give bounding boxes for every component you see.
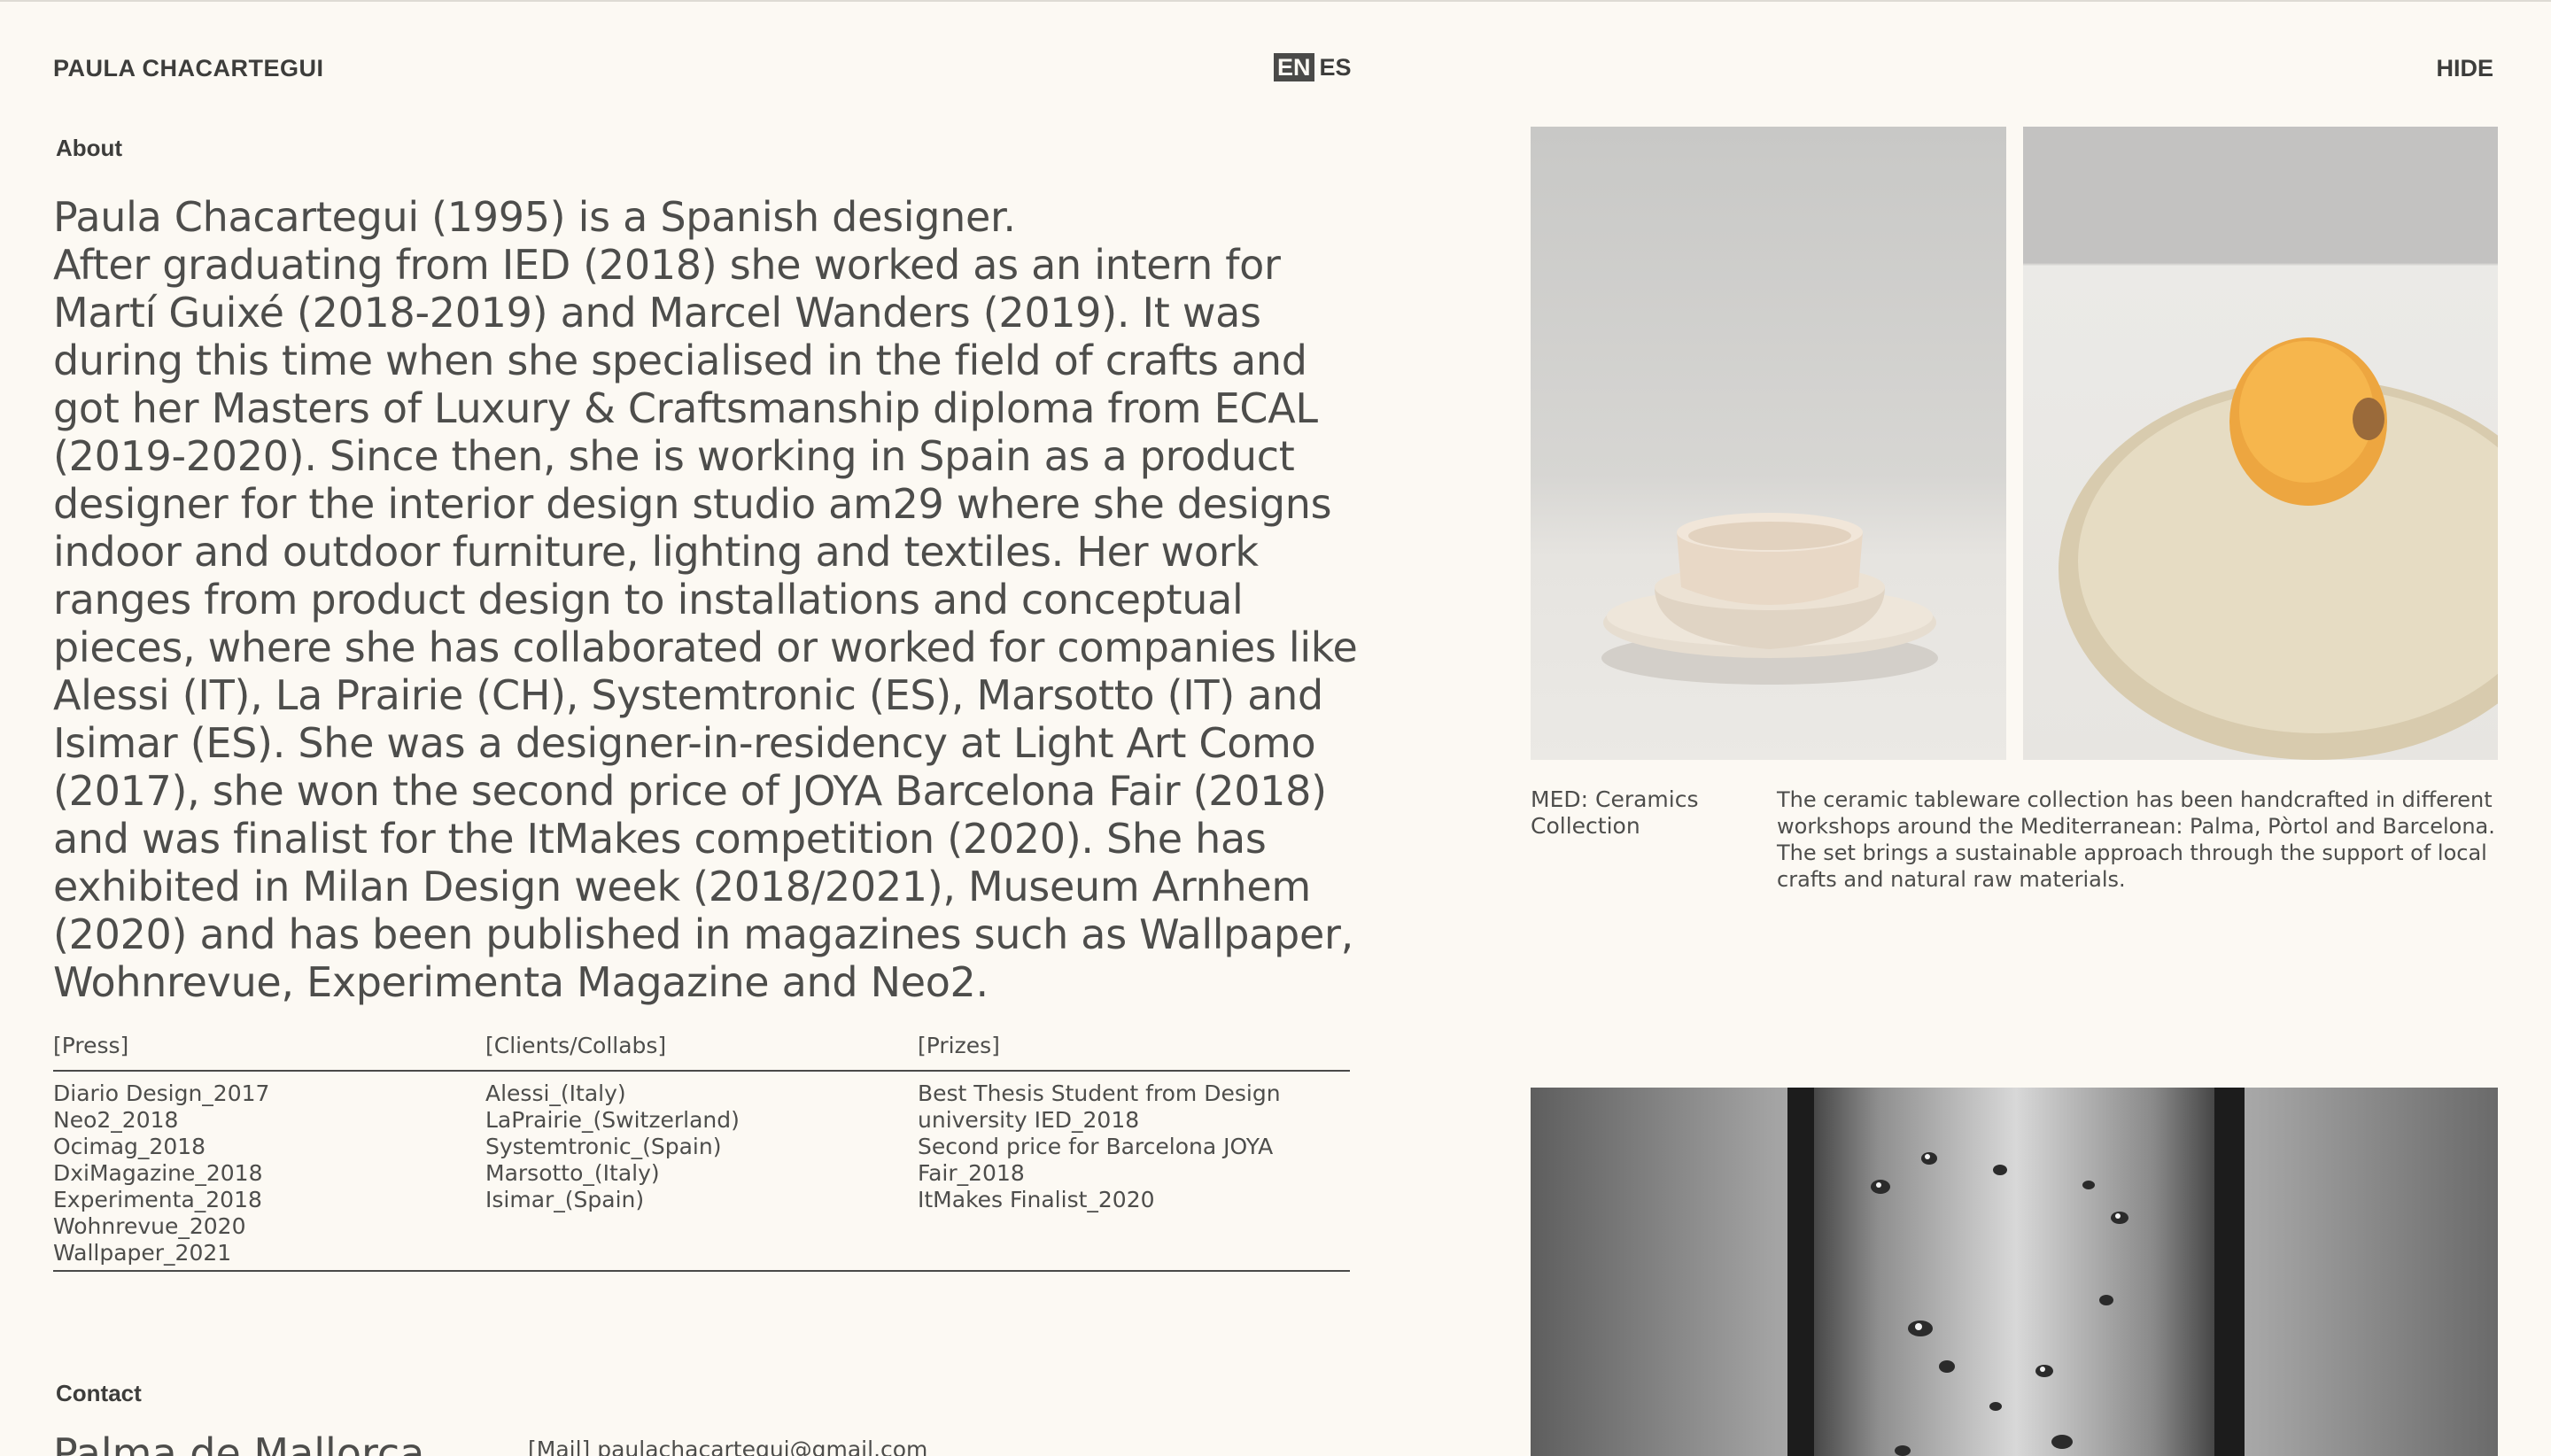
ceramic-bowls-image[interactable]	[1531, 127, 2006, 760]
about-paragraph: Paula Chacartegui (1995) is a Spanish de…	[53, 193, 1358, 1006]
top-divider	[0, 0, 2551, 2]
clients-list: Alessi_(Italy) LaPrairie_(Switzerland) S…	[485, 1080, 918, 1270]
info-lists: [Press] [Clients/Collabs] [Prizes] Diari…	[53, 1033, 1350, 1272]
lang-en-button[interactable]: EN	[1274, 53, 1314, 81]
project-title: MED: Ceramics Collection	[1531, 786, 1699, 839]
list-item: ItMakes Finalist_2020	[918, 1187, 1155, 1212]
glass-illustration	[1531, 1088, 2498, 1456]
bowls-illustration	[1601, 513, 1938, 685]
site-title-link[interactable]: PAULA CHACARTEGUI	[53, 55, 324, 82]
glass-object-image[interactable]	[1531, 1088, 2498, 1456]
prizes-header: [Prizes]	[918, 1033, 1000, 1058]
list-item: Systemtronic_(Spain)	[485, 1134, 722, 1159]
contact-mail-link[interactable]: [Mail] paulachacartegui@gmail.com	[528, 1437, 927, 1456]
press-list: Diario Design_2017 Neo2_2018 Ocimag_2018…	[53, 1080, 485, 1270]
language-switcher: EN ES	[1274, 53, 1352, 81]
list-item: Marsotto_(Italy)	[485, 1160, 660, 1186]
list-item: Second price for Barcelona JOYA Fair_201…	[918, 1134, 1274, 1186]
lang-es-button[interactable]: ES	[1320, 53, 1352, 81]
ceramic-plate-image[interactable]	[2023, 127, 2498, 760]
list-item: Isimar_(Spain)	[485, 1187, 645, 1212]
press-header: [Press]	[53, 1033, 129, 1058]
clients-header: [Clients/Collabs]	[485, 1033, 667, 1058]
list-item: DxiMagazine_2018	[53, 1160, 263, 1186]
contact-city: Palma de Mallorca	[53, 1429, 425, 1456]
list-item: Alessi_(Italy)	[485, 1080, 626, 1106]
lists-header-row: [Press] [Clients/Collabs] [Prizes]	[53, 1033, 1350, 1072]
contact-label: Contact	[56, 1380, 142, 1406]
prizes-list: Best Thesis Student from Design universi…	[918, 1080, 1350, 1270]
list-item: Neo2_2018	[53, 1107, 179, 1133]
plate-illustration	[2059, 337, 2498, 760]
lists-body-row: Diario Design_2017 Neo2_2018 Ocimag_2018…	[53, 1072, 1350, 1272]
list-item: Experimenta_2018	[53, 1187, 262, 1212]
list-item: Ocimag_2018	[53, 1134, 206, 1159]
list-item: Best Thesis Student from Design universi…	[918, 1080, 1281, 1133]
hide-button[interactable]: HIDE	[2436, 55, 2493, 82]
list-item: Wohnrevue_2020	[53, 1213, 246, 1239]
project-description: The ceramic tableware collection has bee…	[1777, 787, 2495, 892]
list-item: LaPrairie_(Switzerland)	[485, 1107, 740, 1133]
list-item: Diario Design_2017	[53, 1080, 270, 1106]
about-label: About	[56, 135, 123, 161]
list-item: Wallpaper_2021	[53, 1240, 232, 1266]
